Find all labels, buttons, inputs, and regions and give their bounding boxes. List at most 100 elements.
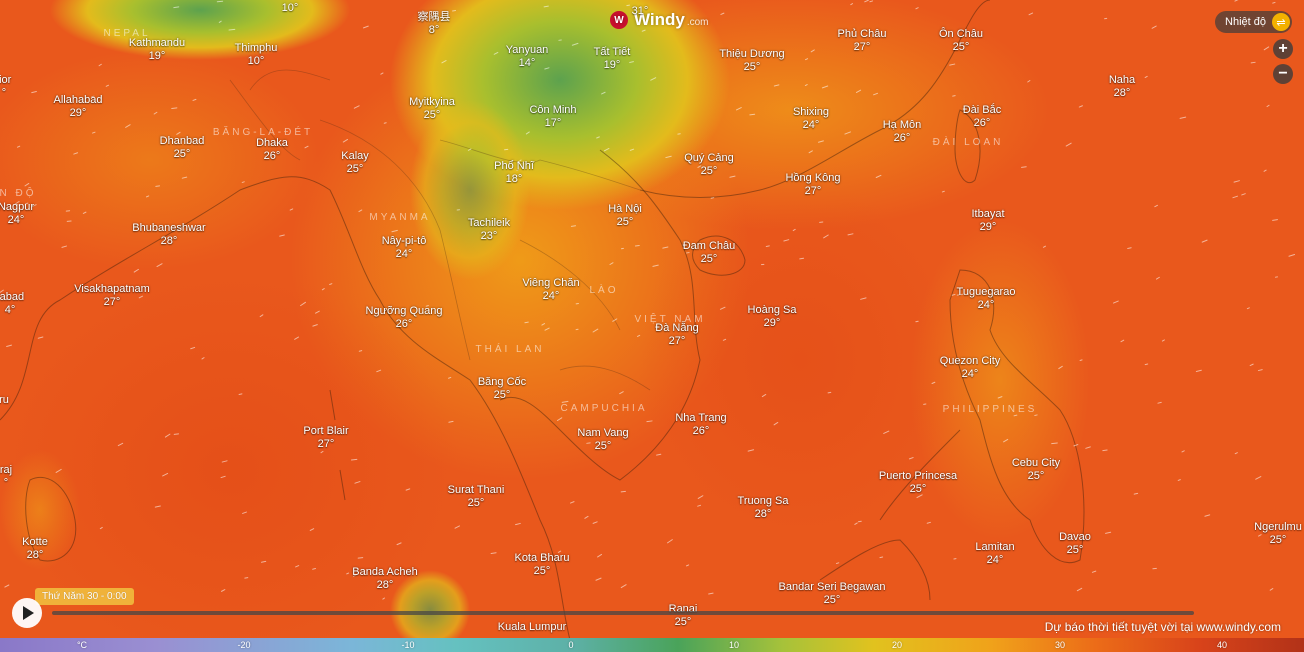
city-label[interactable]: Davao 25° <box>1059 531 1091 557</box>
city-label[interactable]: Phổ Nhĩ 18° <box>494 160 534 186</box>
city-label[interactable]: Băng Cốc 25° <box>478 376 526 402</box>
city-label[interactable]: Dhaka 26° <box>256 137 288 163</box>
city-label[interactable]: Hồng Kông 27° <box>785 172 840 198</box>
city-label[interactable]: 31° <box>632 5 649 18</box>
city-label[interactable]: Quý Cảng 25° <box>684 152 734 178</box>
city-label[interactable]: Myitkyina 25° <box>409 96 455 122</box>
city-label[interactable]: Puerto Princesa 25° <box>879 470 957 496</box>
city-label[interactable]: 察隅县 8° <box>418 11 451 37</box>
wind-particle <box>490 552 497 554</box>
city-name: Ngưỡng Quang <box>365 305 443 317</box>
wind-particle <box>358 350 363 352</box>
city-label[interactable]: Nây-pi-tô 24° <box>382 235 427 261</box>
city-label[interactable]: Thimphu 10° <box>235 42 278 68</box>
city-label[interactable]: Hoàng Sa 29° <box>748 304 797 330</box>
city-label[interactable]: Truong Sa 28° <box>738 495 789 521</box>
city-name: Hà Nội <box>608 203 642 215</box>
city-label[interactable]: Kalay 25° <box>341 150 369 176</box>
city-label[interactable]: Viêng Chăn 24° <box>522 277 579 303</box>
timeline-bar[interactable] <box>52 611 1194 615</box>
city-label[interactable]: Itbayat 29° <box>971 208 1004 234</box>
city-label[interactable]: Phủ Châu 27° <box>838 28 887 54</box>
city-label[interactable]: Kota Bharu 25° <box>514 552 569 578</box>
city-label[interactable]: Ranai 25° <box>669 603 698 629</box>
country-label: THÁI LAN <box>475 344 545 355</box>
city-temperature: 25° <box>823 594 841 606</box>
city-name: Tachileik <box>467 217 511 229</box>
city-label[interactable]: Allahabad 29° <box>54 94 103 120</box>
city-temperature: 25° <box>952 41 970 53</box>
city-label[interactable]: raj ° <box>0 464 12 490</box>
city-label[interactable]: 10° <box>282 2 299 15</box>
city-label[interactable]: Port Blair 27° <box>303 425 348 451</box>
city-label[interactable]: Hà Nội 25° <box>608 203 642 229</box>
wind-particle <box>350 458 358 461</box>
city-label[interactable]: Yanyuan 14° <box>506 44 549 70</box>
city-label[interactable]: Đà Nẵng 27° <box>655 322 698 348</box>
city-label[interactable]: Quezon City 24° <box>940 355 1001 381</box>
city-temperature: 25° <box>467 497 485 509</box>
city-label[interactable]: Nagpur 24° <box>0 201 34 227</box>
city-label[interactable]: ru <box>0 394 9 407</box>
play-button[interactable] <box>12 598 42 628</box>
credit-link[interactable]: Dự báo thời tiết tuyệt vời tại www.windy… <box>1045 620 1281 634</box>
city-label[interactable]: Thiệu Dương 25° <box>719 48 784 74</box>
city-name: Tất Tiết <box>593 46 631 58</box>
city-name: Băng Cốc <box>477 376 527 388</box>
city-label[interactable]: Bhubaneshwar 28° <box>132 222 205 248</box>
wind-particle <box>835 562 840 564</box>
city-label[interactable]: Lamitan 24° <box>975 541 1014 567</box>
city-label[interactable]: Kuala Lumpur <box>498 621 567 634</box>
windy-logo[interactable]: W Windy .com <box>610 10 709 30</box>
city-label[interactable]: Tất Tiết 19° <box>594 46 631 72</box>
city-label[interactable]: Surat Thani 25° <box>448 484 505 510</box>
city-name: rabad <box>0 291 25 303</box>
city-label[interactable]: Ngerulmu 25° <box>1254 521 1302 547</box>
city-label[interactable]: Ôn Châu 25° <box>939 28 983 54</box>
city-temperature: 29° <box>69 107 87 119</box>
city-temperature: 27° <box>103 296 121 308</box>
city-label[interactable]: Cebu City 25° <box>1012 457 1060 483</box>
city-label[interactable]: Đài Bắc 26° <box>963 104 1002 130</box>
zoom-out-button[interactable]: − <box>1273 64 1293 84</box>
city-label[interactable]: lior° <box>0 74 11 100</box>
city-label[interactable]: rabad4° <box>0 291 24 317</box>
wind-particle <box>1034 414 1038 416</box>
city-name: Puerto Princesa <box>878 470 958 482</box>
city-name: Hồng Kông <box>785 172 841 184</box>
wind-particle <box>620 490 626 493</box>
city-label[interactable]: Ngưỡng Quang 26° <box>366 305 443 331</box>
city-label[interactable]: Tuguegarao 24° <box>957 286 1016 312</box>
zoom-in-button[interactable]: + <box>1273 39 1293 59</box>
city-label[interactable]: Dhanbad 25° <box>160 135 205 161</box>
city-label[interactable]: Kotte 28° <box>22 536 48 562</box>
city-name: Kathmandu <box>128 37 186 49</box>
city-temperature: 25° <box>493 389 511 401</box>
city-name: Naha <box>1108 74 1136 86</box>
wind-particle <box>228 28 236 31</box>
city-temperature: 25° <box>173 148 191 160</box>
wind-particle <box>1021 166 1027 168</box>
country-label: N ĐỘ <box>0 188 37 199</box>
city-temperature: 25° <box>1027 470 1045 482</box>
city-label[interactable]: Nha Trang 26° <box>675 412 726 438</box>
city-name: Quý Cảng <box>684 152 734 164</box>
city-label[interactable]: Nam Vang 25° <box>577 427 628 453</box>
city-name: Nagpur <box>0 201 35 213</box>
city-label[interactable]: Shixing 24° <box>793 106 829 132</box>
city-label[interactable]: Banda Acheh 28° <box>352 566 417 592</box>
city-name: raj <box>0 464 13 476</box>
city-label[interactable]: Đam Châu 25° <box>683 240 736 266</box>
city-label[interactable]: Bandar Seri Begawan 25° <box>778 581 885 607</box>
wind-particle <box>1127 247 1132 250</box>
city-label[interactable]: Visakhapatnam 27° <box>74 283 150 309</box>
city-name: Nây-pi-tô <box>381 235 427 247</box>
layer-selector-button[interactable]: Nhiệt độ ⇌ <box>1215 11 1292 33</box>
wind-particle <box>524 321 529 324</box>
city-label[interactable]: Tachileik 23° <box>468 217 510 243</box>
city-label[interactable]: Kathmandu 19° <box>129 37 185 63</box>
city-label[interactable]: Hạ Môn 26° <box>883 119 922 145</box>
city-label[interactable]: Naha 28° <box>1109 74 1135 100</box>
city-label[interactable]: Côn Minh 17° <box>529 104 576 130</box>
city-temperature: 14° <box>518 57 536 69</box>
